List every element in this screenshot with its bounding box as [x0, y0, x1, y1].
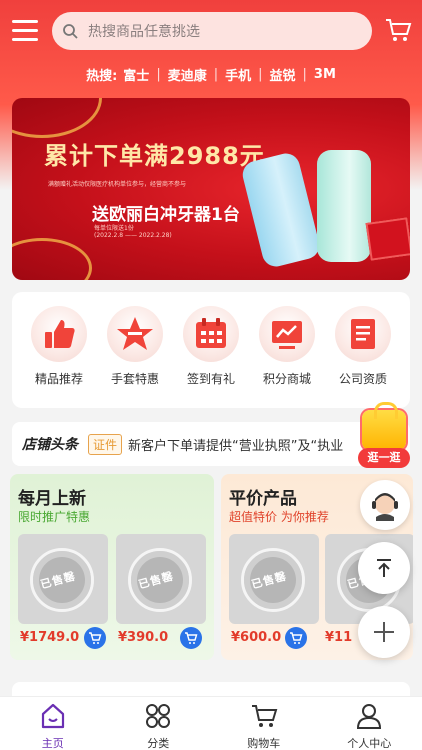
hot-term[interactable]: 3M — [314, 67, 336, 82]
hot-term[interactable]: 益锐 — [270, 65, 296, 84]
hot-term[interactable]: 富士 — [123, 65, 149, 84]
headline-badge: 证件 — [88, 433, 123, 455]
product-price: ¥1749.0 — [20, 630, 80, 645]
quick-menu: 精品推荐 手套特惠 签到有礼 积分商城 公司资质 — [12, 292, 410, 408]
monthly-new-section[interactable]: 每月上新 限时推广特惠 已售罄 ¥1749.0 已售罄 ¥390.0 — [10, 474, 214, 660]
tab-profile[interactable]: 个人中心 — [324, 697, 414, 750]
menu-icon[interactable] — [12, 20, 38, 42]
product-image[interactable]: 已售罄 — [18, 534, 108, 624]
quick-item-label: 积分商城 — [262, 372, 311, 386]
section-title: 平价产品 — [229, 489, 297, 509]
quick-item-label: 签到有礼 — [186, 372, 235, 386]
banner-note: 每单位限送1份 — [94, 225, 134, 232]
chart-icon — [272, 321, 302, 349]
product-price: ¥11 — [325, 630, 353, 645]
browse-label: 逛一逛 — [358, 448, 410, 468]
tab-cart[interactable]: 购物车 — [219, 697, 309, 750]
arrow-up-icon — [377, 559, 391, 577]
cart-icon — [251, 705, 278, 727]
shopping-bag-icon — [362, 402, 406, 450]
search-placeholder: 热搜商品任意挑选 — [88, 24, 200, 40]
back-to-top-button[interactable] — [358, 542, 410, 594]
star-icon — [117, 317, 153, 350]
quick-item-checkin[interactable]: 签到有礼 — [176, 306, 246, 408]
section-subtitle: 超值特价 为你推荐 — [229, 510, 329, 524]
quick-item-label: 公司资质 — [338, 372, 387, 386]
hot-search-bar: 热搜: 富士 | 麦迪康 | 手机 | 益锐 | 3M — [86, 65, 336, 84]
headline-title: 店铺头条 — [22, 437, 78, 453]
product-price: ¥390.0 — [118, 630, 169, 645]
add-to-cart-button[interactable] — [285, 627, 307, 649]
product-price: ¥600.0 — [231, 630, 282, 645]
document-icon — [351, 319, 375, 349]
quick-item-label: 精品推荐 — [34, 372, 83, 386]
tab-label: 个人中心 — [347, 737, 392, 750]
quick-item-label: 手套特惠 — [110, 372, 159, 386]
hot-term[interactable]: 麦迪康 — [168, 65, 207, 84]
browse-float-button[interactable]: 逛一逛 — [356, 402, 412, 468]
quick-item-recommend[interactable]: 精品推荐 — [24, 306, 94, 408]
cart-icon — [89, 632, 102, 644]
store-headline[interactable]: 店铺头条 证件 新客户下单请提供“营业执照”及“执业 — [12, 422, 410, 466]
tab-category[interactable]: 分类 — [113, 697, 203, 750]
quick-item-points[interactable]: 积分商城 — [252, 306, 322, 408]
hot-label: 热搜: — [86, 68, 118, 84]
thumbs-up-icon — [45, 320, 75, 348]
top-bar: 热搜商品任意挑选 — [0, 8, 422, 54]
ribbon-decoration — [12, 98, 102, 138]
cart-icon — [290, 632, 303, 644]
customer-service-button[interactable] — [360, 480, 410, 530]
section-subtitle: 限时推广特惠 — [18, 510, 91, 524]
hot-term[interactable]: 手机 — [225, 65, 251, 84]
bottom-tab-bar: 主页 分类 购物车 个人中心 — [0, 696, 422, 750]
cart-icon — [185, 632, 198, 644]
product-image[interactable]: 已售罄 — [116, 534, 206, 624]
banner-date: (2022.2.8 —— 2022.2.28) — [94, 232, 172, 239]
banner-subtitle: 满额赠礼活动仅限医疗机构单位参与，经营商不参与 — [48, 181, 187, 188]
promo-banner[interactable]: 累计下单满2988元 满额赠礼活动仅限医疗机构单位参与，经营商不参与 送欧丽白冲… — [12, 98, 410, 280]
headline-text: 新客户下单请提供“营业执照”及“执业 — [128, 438, 344, 454]
calendar-icon — [196, 318, 226, 348]
tab-label: 购物车 — [247, 737, 281, 750]
quick-item-qualification[interactable]: 公司资质 — [328, 306, 398, 408]
expand-button[interactable] — [358, 606, 410, 658]
tab-label: 分类 — [147, 737, 170, 750]
search-bar[interactable]: 热搜商品任意挑选 — [52, 12, 372, 50]
add-to-cart-button[interactable] — [84, 627, 106, 649]
plus-icon — [374, 622, 394, 642]
banner-title: 累计下单满2988元 — [44, 142, 265, 170]
product-image[interactable]: 已售罄 — [229, 534, 319, 624]
home-icon — [41, 703, 64, 729]
headset-avatar-icon — [372, 493, 398, 521]
water-flosser-image — [239, 150, 323, 270]
gift-box-decoration — [365, 217, 410, 261]
ribbon-decoration — [12, 238, 92, 280]
tab-home[interactable]: 主页 — [8, 697, 98, 750]
cart-icon[interactable] — [384, 16, 412, 44]
add-to-cart-button[interactable] — [180, 627, 202, 649]
search-icon — [63, 24, 78, 39]
banner-gift: 送欧丽白冲牙器1台 — [92, 205, 240, 225]
tab-label: 主页 — [41, 737, 64, 750]
water-flosser-image — [317, 150, 371, 262]
user-icon — [357, 704, 382, 729]
section-title: 每月上新 — [18, 489, 86, 509]
quick-item-gloves[interactable]: 手套特惠 — [100, 306, 170, 408]
category-icon — [146, 704, 171, 728]
